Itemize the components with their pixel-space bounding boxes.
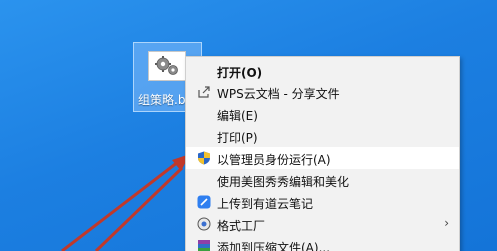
format-factory-icon xyxy=(197,217,211,231)
menu-item-run-as-admin[interactable]: 以管理员身份运行(A) xyxy=(186,147,459,169)
arrow-line-1 xyxy=(61,160,179,251)
youdao-note-icon xyxy=(197,195,211,209)
menu-item-print[interactable]: 打印(P) xyxy=(186,125,459,147)
menu-item-edit[interactable]: 编辑(E) xyxy=(186,103,459,125)
menu-item-youdao-upload[interactable]: 上传到有道云笔记 xyxy=(186,191,459,213)
uac-shield-icon xyxy=(197,151,211,165)
share-icon xyxy=(197,85,211,99)
menu-item-add-to-archive[interactable]: 添加到压缩文件(A)... xyxy=(186,235,459,251)
submenu-arrow-icon: › xyxy=(444,216,449,230)
winrar-icon xyxy=(197,239,211,251)
menu-item-format-factory[interactable]: 格式工厂 › xyxy=(186,213,459,235)
desktop: 组策略.b 打开(O) WPS云文档 - 分享文件 编辑(E) 打印(P) 以管… xyxy=(0,0,497,251)
menu-item-meitu-edit[interactable]: 使用美图秀秀编辑和美化 xyxy=(186,169,459,191)
menu-item-open[interactable]: 打开(O) xyxy=(186,60,459,82)
context-menu: 打开(O) WPS云文档 - 分享文件 编辑(E) 打印(P) 以管理员身份运行… xyxy=(185,56,460,251)
menu-item-wps-share[interactable]: WPS云文档 - 分享文件 xyxy=(186,81,459,103)
arrow-line-2 xyxy=(94,166,184,251)
